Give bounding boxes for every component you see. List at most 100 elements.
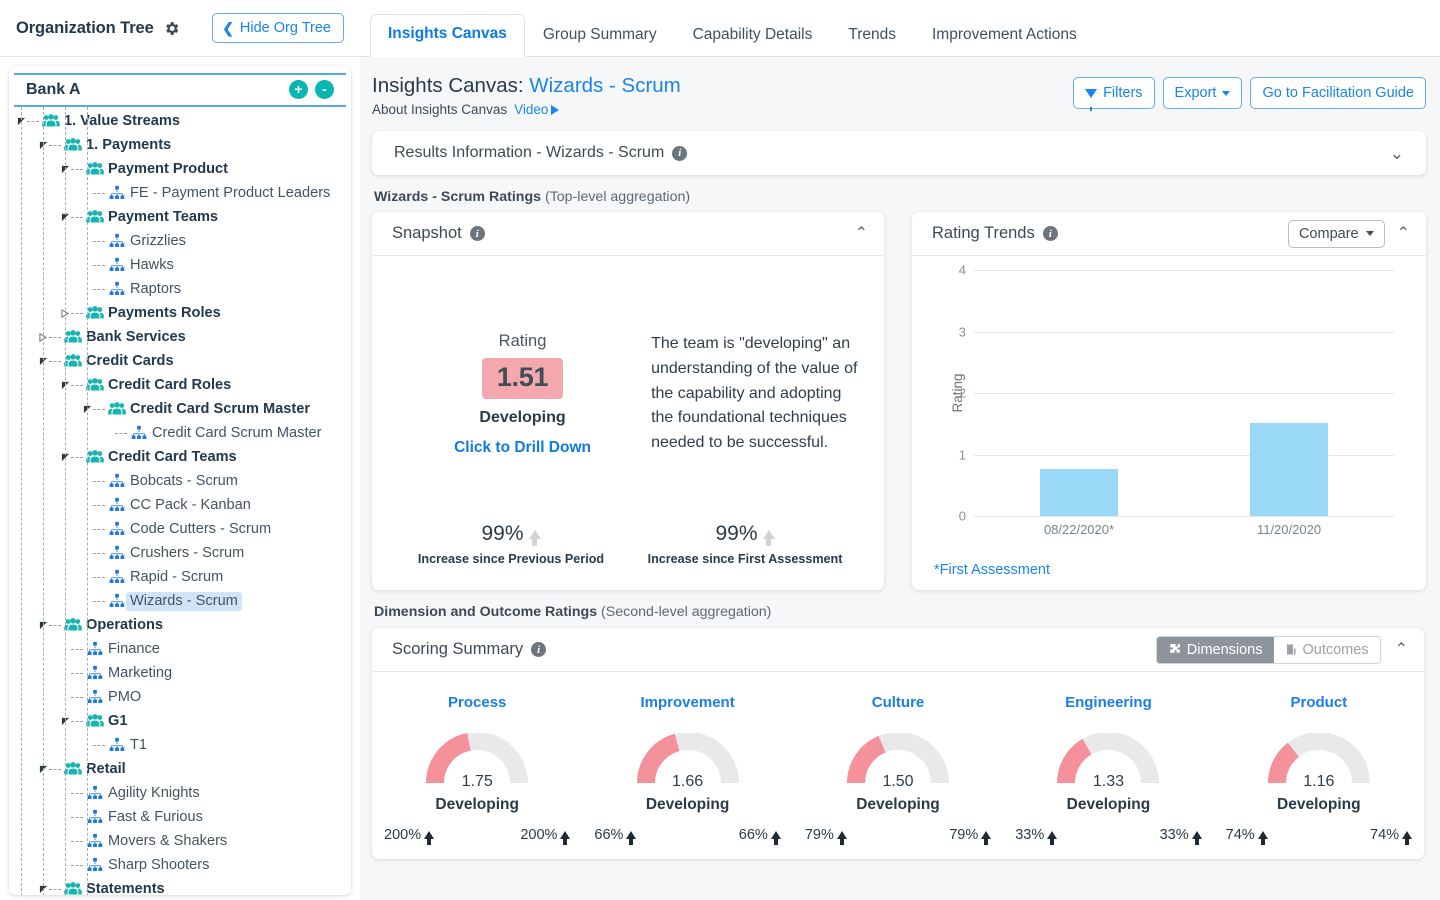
tab-bar[interactable]: Insights Canvas Group Summary Capability D… (360, 0, 1440, 57)
expand-all-button[interactable]: + (289, 80, 308, 99)
tree-item[interactable]: Fast & Furious (9, 805, 351, 829)
tab-group-summary[interactable]: Group Summary (525, 15, 675, 57)
org-tree-list[interactable]: 1. Value Streams 1. Payments Payment Produ… (9, 107, 351, 895)
tree-connector (71, 168, 83, 170)
org-root-row[interactable]: Bank A + - (14, 73, 346, 107)
dimension-name[interactable]: Product (1214, 694, 1424, 711)
tree-item[interactable]: Code Cutters - Scrum (9, 517, 351, 541)
dimensions-toggle[interactable]: Dimensions (1156, 636, 1274, 663)
percent-first-assessment: 33% (1160, 827, 1202, 845)
filters-button[interactable]: Filters (1073, 77, 1155, 111)
tab-trends[interactable]: Trends (830, 15, 914, 57)
info-icon[interactable]: i (672, 145, 688, 161)
tree-item[interactable]: Retail (9, 757, 351, 781)
chevron-left-icon: ❮ (222, 20, 234, 36)
tree-item[interactable]: Payment Product (9, 157, 351, 181)
tree-item-label: Credit Card Scrum Master (152, 424, 322, 441)
collapse-all-button[interactable]: - (315, 80, 334, 99)
drill-down-link[interactable]: Click to Drill Down (394, 439, 651, 457)
tree-item[interactable]: Credit Card Scrum Master (9, 397, 351, 421)
arrow-up-icon (981, 831, 992, 845)
gauge-value: 1.33 (1092, 773, 1124, 790)
tree-item-label: Movers & Shakers (108, 832, 228, 849)
gauge-state-label: Developing (856, 796, 940, 813)
org-tree-card: Bank A + - 1. Value Streams 1. Payments Pa… (9, 66, 351, 895)
dimension-name[interactable]: Process (372, 694, 582, 711)
scoring-summary-title: Scoring Summary (392, 640, 524, 658)
compare-button[interactable]: Compare (1287, 219, 1385, 248)
arrow-up-icon (626, 831, 637, 845)
tree-connector (93, 552, 105, 554)
dimension-name[interactable]: Engineering (1003, 694, 1213, 711)
scoring-column: Process 1.75 Developing 200% 200% (372, 694, 582, 845)
tree-item-label: Credit Cards (86, 352, 174, 369)
hide-org-tree-button[interactable]: ❮ Hide Org Tree (212, 13, 344, 43)
tree-item[interactable]: Agility Knights (9, 781, 351, 805)
chart-bar[interactable] (1040, 469, 1118, 516)
video-link[interactable]: Video (514, 102, 560, 117)
tree-item-selected[interactable]: Wizards - Scrum (9, 589, 351, 613)
chevron-down-icon[interactable]: ⌄ (1390, 145, 1404, 162)
team-icon (107, 257, 126, 273)
tree-item[interactable]: Grizzlies (9, 229, 351, 253)
tree-item[interactable]: Credit Cards (9, 349, 351, 373)
tab-improvement-actions[interactable]: Improvement Actions (914, 15, 1095, 57)
tree-item[interactable]: FE - Payment Product Leaders (9, 181, 351, 205)
results-information-bar[interactable]: Results Information - Wizards - Scrum i … (372, 131, 1426, 175)
chevron-up-icon[interactable]: ⌃ (1395, 641, 1408, 658)
snapshot-header: Snapshot i ⌃ (372, 212, 884, 256)
tree-item[interactable]: Sharp Shooters (9, 853, 351, 877)
tab-capability-details[interactable]: Capability Details (675, 15, 831, 57)
gauge-state-label: Developing (1066, 796, 1151, 813)
tree-item[interactable]: Rapid - Scrum (9, 565, 351, 589)
tree-item[interactable]: Credit Card Teams (9, 445, 351, 469)
filter-icon (1085, 88, 1098, 111)
tree-item-label: Marketing (108, 664, 173, 681)
tree-item[interactable]: 1. Payments (9, 133, 351, 157)
chevron-up-icon[interactable]: ⌃ (855, 225, 868, 242)
facilitation-guide-button[interactable]: Go to Facilitation Guide (1250, 77, 1426, 109)
tree-item[interactable]: Payments Roles (9, 301, 351, 325)
chart-bar[interactable] (1250, 423, 1328, 516)
outcomes-toggle[interactable]: Outcomes (1273, 636, 1380, 663)
tree-item[interactable]: Bobcats - Scrum (9, 469, 351, 493)
info-icon[interactable]: i (531, 642, 547, 657)
tree-connector (49, 768, 61, 770)
gear-icon[interactable] (163, 20, 180, 37)
dimension-name[interactable]: Improvement (582, 694, 792, 711)
tree-item[interactable]: PMO (9, 685, 351, 709)
view-toggle-group[interactable]: Dimensions Outcomes (1155, 635, 1381, 664)
first-assessment-note[interactable]: *First Assessment (934, 562, 1050, 578)
gauge-value: 1.50 (882, 773, 914, 790)
tree-item[interactable]: Credit Card Scrum Master (9, 421, 351, 445)
export-button[interactable]: Export (1162, 77, 1243, 109)
tree-item[interactable]: Raptors (9, 277, 351, 301)
rating-trends-card: Rating Trends i Compare ⌃ Rating 0 1 2 3 4 08… (912, 212, 1426, 590)
chevron-up-icon[interactable]: ⌃ (1397, 225, 1410, 242)
tree-guide-line (21, 107, 22, 895)
tree-item[interactable]: Credit Card Roles (9, 373, 351, 397)
tree-item[interactable]: T1 (9, 733, 351, 757)
rating-value: 1.51 (481, 357, 564, 399)
tree-item[interactable]: CC Pack - Kanban (9, 493, 351, 517)
tree-item[interactable]: 1. Value Streams (9, 109, 351, 133)
tree-item[interactable]: Bank Services (9, 325, 351, 349)
tree-item[interactable]: G1 (9, 709, 351, 733)
tree-item[interactable]: Payment Teams (9, 205, 351, 229)
tree-item[interactable]: Finance (9, 637, 351, 661)
tree-item[interactable]: Marketing (9, 661, 351, 685)
team-icon (107, 593, 126, 609)
info-icon[interactable]: i (469, 226, 485, 241)
dimensions-section-title: Dimension and Outcome Ratings (374, 604, 598, 620)
tree-item[interactable]: Hawks (9, 253, 351, 277)
tree-item-label: PMO (108, 688, 142, 705)
dimension-name[interactable]: Culture (793, 694, 1003, 711)
tree-item[interactable]: Movers & Shakers (9, 829, 351, 853)
tree-item[interactable]: Crushers - Scrum (9, 541, 351, 565)
tree-connector (93, 264, 105, 266)
tab-insights-canvas[interactable]: Insights Canvas (370, 14, 525, 57)
info-icon[interactable]: i (1042, 226, 1058, 241)
dimensions-section-label: Dimension and Outcome Ratings (Second-le… (374, 604, 1426, 620)
tree-item[interactable]: Operations (9, 613, 351, 637)
tree-item[interactable]: Statements (9, 877, 351, 895)
